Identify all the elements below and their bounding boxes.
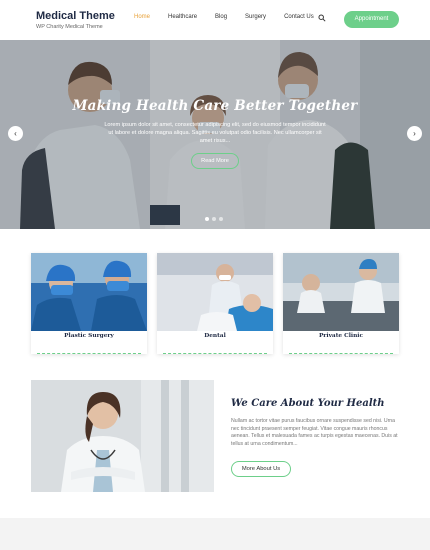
service-card-dental[interactable]: Dental	[157, 253, 273, 354]
chevron-left-icon: ‹	[14, 129, 17, 138]
card-divider	[163, 353, 267, 354]
service-label[interactable]: Private Clinic	[283, 333, 399, 339]
slider-dot[interactable]	[219, 217, 223, 221]
nav-surgery[interactable]: Surgery	[245, 14, 266, 20]
slider-dot[interactable]	[212, 217, 216, 221]
next-section-band	[0, 518, 430, 550]
search-icon[interactable]	[318, 14, 326, 22]
service-card-private-clinic[interactable]: Private Clinic	[283, 253, 399, 354]
hero-title: Making Health Care Better Together	[72, 98, 358, 114]
hero-slider: Making Health Care Better Together Lorem…	[0, 40, 430, 229]
nav-healthcare[interactable]: Healthcare	[168, 14, 197, 20]
chevron-right-icon: ›	[413, 129, 416, 138]
nav-blog[interactable]: Blog	[215, 14, 227, 20]
doctor-image	[31, 380, 214, 492]
slider-dot[interactable]	[205, 217, 209, 221]
service-label[interactable]: Plastic Surgery	[31, 333, 147, 339]
service-image	[157, 253, 273, 331]
site-header: Medical Theme WP Charity Medical Theme H…	[0, 0, 430, 40]
card-divider	[37, 353, 141, 354]
site-title[interactable]: Medical Theme	[36, 10, 115, 23]
site-tagline: WP Charity Medical Theme	[36, 24, 103, 30]
slider-dots	[205, 217, 223, 221]
read-more-button[interactable]: Read More	[191, 153, 239, 169]
more-about-us-button[interactable]: More About Us	[231, 461, 291, 477]
slider-prev-button[interactable]: ‹	[8, 126, 23, 141]
appointment-button[interactable]: Appointment	[344, 11, 399, 28]
nav-contact-us[interactable]: Contact Us	[284, 14, 314, 20]
slider-next-button[interactable]: ›	[407, 126, 422, 141]
card-divider	[289, 353, 393, 354]
main-nav: Home Healthcare Blog Surgery Contact Us	[134, 14, 332, 20]
service-image	[31, 253, 147, 331]
about-text: Nullam ac tortor vitae purus faucibus or…	[231, 418, 398, 447]
brand[interactable]: Medical Theme WP Charity Medical Theme	[36, 10, 115, 30]
about-title: We Care About Your Health	[231, 398, 385, 409]
service-card-plastic-surgery[interactable]: Plastic Surgery	[31, 253, 147, 354]
hero-text: Lorem ipsum dolor sit amet, consectetur …	[104, 122, 326, 144]
service-image	[283, 253, 399, 331]
service-label[interactable]: Dental	[157, 333, 273, 339]
about-image	[31, 380, 214, 492]
nav-home[interactable]: Home	[134, 14, 150, 20]
